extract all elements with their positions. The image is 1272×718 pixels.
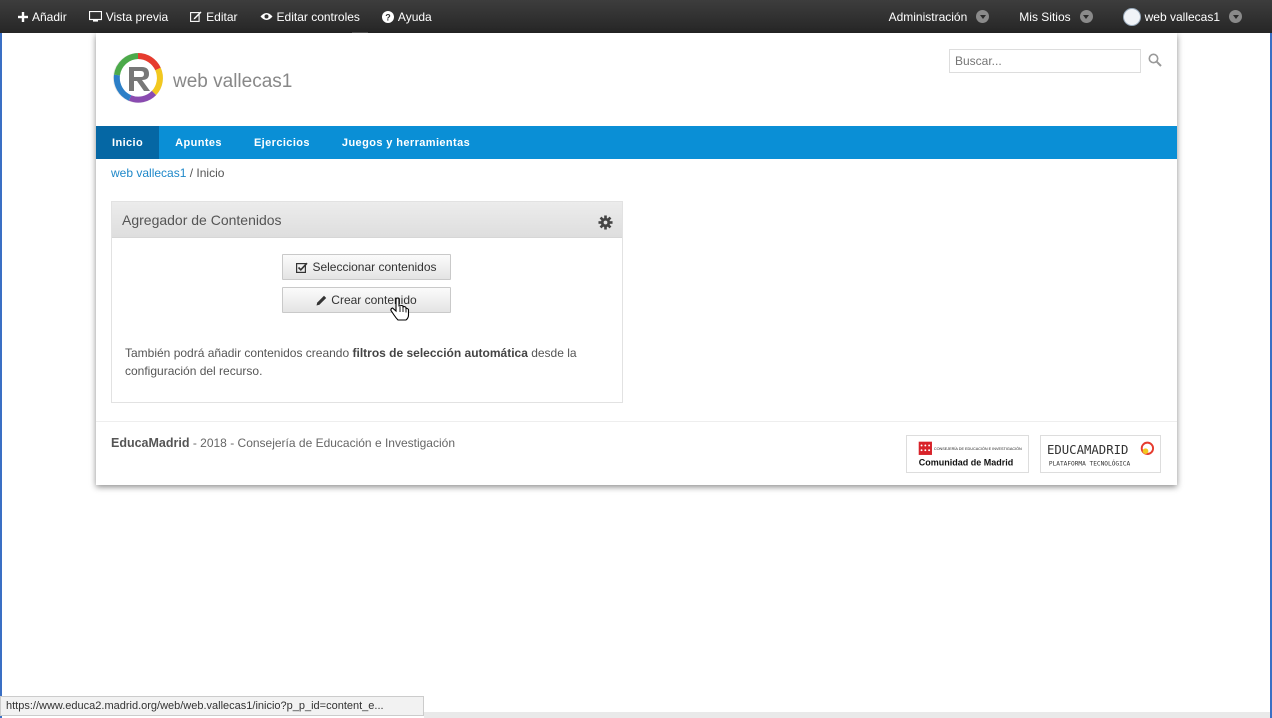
edit-icon — [190, 11, 202, 22]
breadcrumb: web vallecas1 / Inicio — [111, 166, 224, 180]
monitor-icon — [88, 11, 102, 22]
nav-item-inicio[interactable]: Inicio — [96, 126, 160, 159]
hand-pointer-cursor-icon — [390, 297, 410, 321]
preview-label: Vista previa — [105, 9, 169, 24]
dockbar-right: Administración Mis Sitios web vallecas1 — [859, 0, 1242, 33]
search-input[interactable] — [949, 49, 1141, 73]
add-button[interactable]: Añadir — [18, 10, 67, 24]
note-text-start: También podrá añadir contenidos creando — [125, 346, 353, 360]
my-sites-label: Mis Sitios — [1019, 9, 1071, 24]
preview-button[interactable]: Vista previa — [88, 9, 169, 24]
site-logo-icon[interactable] — [112, 53, 164, 103]
educamadrid-logo[interactable]: EDUCAMADRID PLATAFORMA TECNOLÓGICA — [1040, 435, 1161, 473]
edit-button[interactable]: Editar — [190, 9, 238, 24]
select-content-button[interactable]: Seleccionar contenidos — [282, 254, 451, 280]
breadcrumb-separator: / — [186, 166, 197, 180]
svg-text:Comunidad de Madrid: Comunidad de Madrid — [919, 457, 1014, 467]
admin-dockbar: Añadir Vista previa Editar Editar contro… — [0, 0, 1272, 34]
nav-item-juegos-y-herramientas[interactable]: Juegos y herramientas — [326, 126, 486, 159]
admin-label: Administración — [888, 9, 968, 24]
svg-text:CONSEJERÍA DE EDUCACIÓN E INVE: CONSEJERÍA DE EDUCACIÓN E INVESTIGACIÓN — [934, 446, 1022, 451]
breadcrumb-home-link[interactable]: web vallecas1 — [111, 166, 186, 180]
chevron-down-icon — [1079, 10, 1093, 23]
footer-brand: EducaMadrid — [111, 436, 190, 450]
plus-icon — [18, 11, 28, 22]
help-button[interactable]: ? Ayuda — [381, 9, 432, 24]
svg-text:EDUCAMADRID: EDUCAMADRID — [1047, 443, 1128, 457]
admin-menu[interactable]: Administración — [889, 10, 990, 24]
note-text-bold: filtros de selección automática — [352, 346, 528, 360]
taskbar-strip — [424, 712, 1270, 718]
nav-item-ejercicios[interactable]: Ejercicios — [238, 126, 326, 159]
nav-item-apuntes[interactable]: Apuntes — [159, 126, 238, 159]
footer-divider — [96, 421, 1177, 422]
select-content-label: Seleccionar contenidos — [312, 260, 437, 274]
svg-text:?: ? — [385, 12, 391, 22]
edit-label: Editar — [206, 9, 238, 24]
footer-text: EducaMadrid - 2018 - Consejería de Educa… — [111, 436, 455, 450]
gear-icon[interactable] — [598, 215, 613, 230]
my-sites-menu[interactable]: Mis Sitios — [1019, 9, 1093, 24]
search-icon[interactable] — [1148, 53, 1162, 67]
portlet-header: Agregador de Contenidos — [112, 202, 622, 238]
footer-copyright: - 2018 - Consejería de Educación e Inves… — [189, 436, 455, 450]
comunidad-de-madrid-logo[interactable]: CONSEJERÍA DE EDUCACIÓN E INVESTIGACIÓN … — [906, 435, 1029, 473]
avatar — [1122, 7, 1141, 26]
site-title[interactable]: web vallecas1 — [173, 71, 292, 93]
help-label: Ayuda — [397, 9, 432, 24]
site-page: web vallecas1 Inicio Apuntes Ejercicios … — [96, 33, 1177, 485]
eye-icon — [260, 13, 273, 20]
main-navigation: Inicio Apuntes Ejercicios Juegos y herra… — [96, 126, 1177, 159]
checkbox-checked-icon — [296, 262, 309, 273]
portlet-help-text: También podrá añadir contenidos creando … — [125, 344, 615, 380]
window-border-left — [0, 0, 2, 718]
question-circle-icon: ? — [381, 10, 394, 23]
add-label: Añadir — [32, 9, 67, 24]
create-content-button[interactable]: Crear contenido — [282, 287, 451, 313]
content-aggregator-portlet: Agregador de Contenidos Seleccionar cont… — [111, 201, 623, 403]
status-url-bar: https://www.educa2.madrid.org/web/web.va… — [0, 696, 424, 716]
portlet-title: Agregador de Contenidos — [122, 212, 282, 228]
svg-text:PLATAFORMA TECNOLÓGICA: PLATAFORMA TECNOLÓGICA — [1049, 458, 1131, 467]
edit-controls-button[interactable]: Editar controles — [260, 10, 360, 24]
user-label: web vallecas1 — [1144, 9, 1220, 24]
chevron-down-icon — [1229, 10, 1242, 23]
pencil-icon — [316, 295, 327, 305]
dockbar-left: Añadir Vista previa Editar Editar contro… — [18, 0, 454, 33]
user-menu[interactable]: web vallecas1 — [1122, 7, 1242, 26]
chevron-down-icon — [976, 10, 990, 23]
edit-controls-label: Editar controles — [276, 9, 360, 24]
breadcrumb-current: Inicio — [196, 166, 225, 180]
